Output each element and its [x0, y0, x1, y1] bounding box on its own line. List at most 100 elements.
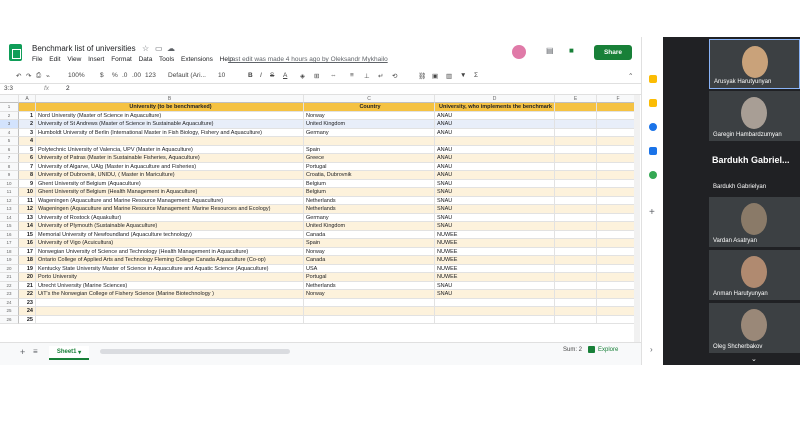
comments-icon[interactable]: ▤ — [546, 46, 554, 55]
cell-d[interactable]: SNAU — [435, 222, 555, 231]
cell-d[interactable]: NUWEE — [435, 230, 555, 239]
participant-tile[interactable]: Oleg Shcherbakov — [709, 303, 800, 353]
participant-tile[interactable]: Bardukh Gabriel... Bardukh Gabrielyan — [709, 143, 800, 193]
cell-d[interactable]: ANAU — [435, 120, 555, 129]
font-size-select[interactable]: 10 — [218, 72, 225, 79]
currency-button[interactable]: $ — [100, 72, 104, 79]
participant-tile[interactable]: Garegin Hambardzumyan — [709, 91, 800, 141]
expand-panel-icon[interactable]: › — [650, 345, 653, 354]
cell-b[interactable]: Utrecht University (Marine Sciences) — [36, 281, 304, 290]
row-number[interactable]: 19 — [0, 256, 19, 265]
cell-e[interactable] — [555, 137, 597, 146]
cell-e[interactable] — [555, 290, 597, 299]
chevron-down-icon[interactable]: ⌄ — [751, 355, 757, 363]
cell-a[interactable]: 17 — [19, 247, 36, 256]
cell-c[interactable]: Netherlands — [304, 205, 435, 214]
cell-e[interactable] — [555, 264, 597, 273]
rotate-icon[interactable]: ⟲ — [392, 72, 397, 80]
table-row[interactable]: 4 3 Humboldt University of Berlin (Interna… — [0, 128, 640, 137]
number-format-select[interactable]: 123 — [145, 72, 156, 79]
cell-e[interactable] — [555, 273, 597, 282]
row-number[interactable]: 2 — [0, 111, 19, 120]
cell-e[interactable] — [555, 256, 597, 265]
horizontal-scrollbar[interactable] — [100, 349, 290, 354]
cell-b[interactable]: Wageningen (Aquaculture and Marine Resou… — [36, 196, 304, 205]
all-sheets-icon[interactable]: ≡ — [33, 347, 38, 356]
redo-icon[interactable]: ↷ — [26, 72, 31, 80]
cell-e[interactable] — [555, 222, 597, 231]
wrap-icon[interactable]: ↵ — [378, 72, 383, 80]
cell-c[interactable]: Croatia, Dubrovnik — [304, 171, 435, 180]
row-number[interactable]: 3 — [0, 120, 19, 129]
comment-icon[interactable]: ▣ — [432, 72, 438, 80]
menu-file[interactable]: File — [32, 56, 42, 63]
spreadsheet-grid[interactable]: A B C D E F 1 University (to be benchmarked) Cou… — [0, 95, 640, 342]
vertical-scrollbar[interactable] — [634, 95, 640, 342]
menu-view[interactable]: View — [67, 56, 81, 63]
tab-sheet1[interactable]: Sheet1 ▾ — [49, 346, 89, 360]
row-number[interactable]: 20 — [0, 264, 19, 273]
undo-icon[interactable]: ↶ — [16, 72, 21, 80]
row-number[interactable]: 22 — [0, 281, 19, 290]
cell-c[interactable] — [304, 298, 435, 307]
table-row[interactable]: 21 20 Porto University Portugal NUWEE — [0, 273, 640, 282]
table-row[interactable]: 17 16 University of Vigo (Acuicultura) Spai… — [0, 239, 640, 248]
text-color-button[interactable]: A — [283, 72, 287, 79]
row-number[interactable]: 18 — [0, 247, 19, 256]
cell-c[interactable]: United Kingdom — [304, 120, 435, 129]
chart-icon[interactable]: ▥ — [446, 72, 452, 80]
cell-a[interactable]: 4 — [19, 137, 36, 146]
name-box[interactable]: 3:3 — [4, 85, 13, 92]
cell-d[interactable]: SNAU — [435, 205, 555, 214]
cell-b[interactable]: Norwegian University of Science and Tech… — [36, 247, 304, 256]
cell-b[interactable] — [36, 315, 304, 324]
cell-d[interactable]: University, who implements the benchmark — [435, 103, 555, 112]
italic-button[interactable]: I — [260, 72, 262, 79]
table-row[interactable]: 7 6 University of Patras (Master in Sustai… — [0, 154, 640, 163]
cell-e[interactable] — [555, 111, 597, 120]
cell-b[interactable]: University of Patras (Master in Sustaina… — [36, 154, 304, 163]
cell-b[interactable]: Polytechnic University of Valencia, UPV … — [36, 145, 304, 154]
cell-b[interactable]: Ontario College of Applied Arts and Tech… — [36, 256, 304, 265]
cell-e[interactable] — [555, 188, 597, 197]
row-number[interactable]: 14 — [0, 213, 19, 222]
menu-extensions[interactable]: Extensions — [181, 56, 213, 63]
add-sheet-icon[interactable]: + — [20, 347, 25, 357]
filter-icon[interactable]: ▼ — [460, 72, 466, 79]
menu-edit[interactable]: Edit — [49, 56, 60, 63]
document-title[interactable]: Benchmark list of universities — [32, 44, 136, 53]
print-icon[interactable]: ⎙ — [36, 72, 41, 80]
add-addon-icon[interactable]: + — [649, 207, 655, 218]
table-row[interactable]: 8 7 University of Algarve, UAlg (Master in… — [0, 162, 640, 171]
cell-a[interactable]: 8 — [19, 171, 36, 180]
collaborator-avatar[interactable] — [512, 45, 526, 59]
cell-b[interactable]: University of Plymouth (Sustainable Aqua… — [36, 222, 304, 231]
borders-icon[interactable]: ⊞ — [314, 72, 319, 80]
cell-e[interactable] — [555, 171, 597, 180]
cell-c[interactable]: Netherlands — [304, 281, 435, 290]
cell-d[interactable]: NUWEE — [435, 247, 555, 256]
last-edit-link[interactable]: Last edit was made 4 hours ago by Oleksa… — [228, 56, 388, 63]
cell-e[interactable] — [555, 213, 597, 222]
cell-d[interactable]: SNAU — [435, 196, 555, 205]
cell-a[interactable]: 1 — [19, 111, 36, 120]
table-row[interactable]: 9 8 University of Dubrovnik, UNIDU, ( Mast… — [0, 171, 640, 180]
cell-a[interactable]: 11 — [19, 196, 36, 205]
cell-e[interactable] — [555, 230, 597, 239]
cell-e[interactable] — [555, 128, 597, 137]
cell-a[interactable]: 14 — [19, 222, 36, 231]
cell-d[interactable] — [435, 298, 555, 307]
keep-icon[interactable] — [649, 75, 657, 83]
cell-c[interactable]: Canada — [304, 230, 435, 239]
cell-e[interactable] — [555, 281, 597, 290]
table-row[interactable]: 2 1 Nord University (Master of Science in … — [0, 111, 640, 120]
table-row[interactable]: 1 University (to be benchmarked) Country Un… — [0, 103, 640, 112]
menu-insert[interactable]: Insert — [88, 56, 104, 63]
cell-c[interactable] — [304, 307, 435, 316]
row-number[interactable]: 26 — [0, 315, 19, 324]
table-row[interactable]: 16 15 Memorial University of Newfoundland … — [0, 230, 640, 239]
row-number[interactable]: 7 — [0, 154, 19, 163]
cell-b[interactable]: University of Dubrovnik, UNIDU, ( Master… — [36, 171, 304, 180]
cell-d[interactable]: NUWEE — [435, 256, 555, 265]
cell-b[interactable]: Kentucky State University Master of Scie… — [36, 264, 304, 273]
